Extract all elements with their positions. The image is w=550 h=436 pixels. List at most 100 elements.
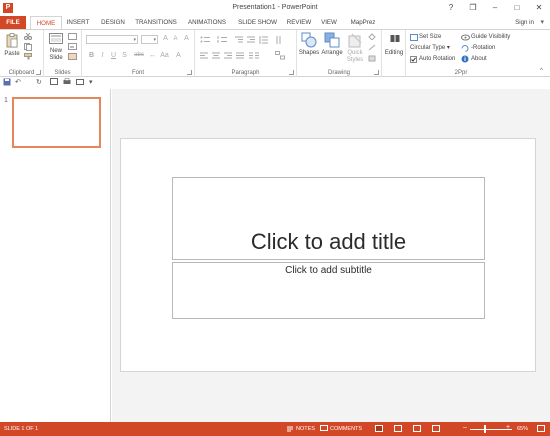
set-size-button[interactable]: Set Size: [419, 34, 441, 41]
smartart-icon[interactable]: [275, 51, 285, 62]
line-spacing-icon[interactable]: [259, 36, 269, 46]
tab-view[interactable]: VIEW: [318, 16, 340, 29]
underline-button[interactable]: U: [109, 52, 118, 59]
set-size-icon[interactable]: [410, 34, 418, 43]
font-size-dropdown[interactable]: ▾: [141, 35, 158, 44]
tab-insert[interactable]: INSERT: [63, 16, 93, 29]
about-button[interactable]: About: [471, 56, 487, 63]
tab-home[interactable]: HOME: [30, 16, 62, 30]
align-left-icon[interactable]: [200, 52, 209, 62]
zoom-out-button[interactable]: –: [463, 424, 467, 431]
sign-in-link[interactable]: Sign in: [515, 19, 534, 26]
decrease-font-icon[interactable]: A: [171, 36, 180, 42]
cut-icon[interactable]: [24, 32, 32, 42]
new-slide-button[interactable]: New Slide: [45, 48, 67, 62]
justify-icon[interactable]: [236, 52, 245, 62]
title-placeholder[interactable]: Click to add title: [172, 177, 485, 260]
auto-rotation-checkbox[interactable]: [410, 56, 417, 65]
close-icon[interactable]: ✕: [534, 3, 544, 12]
tab-transitions[interactable]: TRANSITIONS: [132, 16, 180, 29]
shape-outline-icon[interactable]: [368, 44, 377, 53]
tab-review[interactable]: REVIEW: [284, 16, 314, 29]
character-spacing-icon[interactable]: ↔: [148, 52, 157, 59]
print-icon[interactable]: [63, 78, 71, 88]
start-from-beginning-icon[interactable]: [50, 78, 58, 88]
binoculars-icon[interactable]: [390, 33, 400, 45]
strikethrough-button[interactable]: abc: [132, 52, 146, 58]
slide-thumbnail[interactable]: [12, 97, 101, 148]
align-center-icon[interactable]: [212, 52, 221, 62]
zoom-in-button[interactable]: +: [506, 424, 510, 431]
quick-styles-button[interactable]: Quick Styles: [343, 50, 367, 64]
reset-icon[interactable]: [68, 43, 77, 52]
help-icon[interactable]: ?: [446, 3, 456, 12]
change-case-icon[interactable]: Aa: [160, 52, 169, 59]
zoom-slider-thumb[interactable]: [484, 425, 486, 433]
customize-toolbar-icon[interactable]: ▾: [89, 78, 93, 86]
fit-to-window-icon[interactable]: [537, 425, 545, 432]
increase-indent-icon[interactable]: [247, 36, 256, 46]
reading-view-icon[interactable]: [413, 425, 421, 432]
paste-button[interactable]: Paste: [2, 51, 22, 58]
decrease-indent-icon[interactable]: [235, 36, 244, 46]
normal-view-icon[interactable]: [375, 425, 383, 432]
comments-icon[interactable]: [320, 425, 328, 432]
slide-sorter-icon[interactable]: [394, 425, 402, 432]
format-painter-icon[interactable]: [24, 53, 33, 62]
minimize-icon[interactable]: –: [490, 3, 500, 12]
tab-slide-show[interactable]: SLIDE SHOW: [235, 16, 280, 29]
guide-visibility-icon[interactable]: [461, 34, 470, 43]
bold-button[interactable]: B: [87, 52, 96, 59]
collapse-ribbon-icon[interactable]: ^: [540, 68, 543, 74]
clear-formatting-icon[interactable]: A: [182, 35, 191, 42]
columns-icon[interactable]: [249, 52, 259, 62]
email-icon[interactable]: [76, 78, 84, 88]
layout-icon[interactable]: [68, 33, 77, 42]
shapes-button[interactable]: Shapes: [297, 50, 321, 57]
undo-icon[interactable]: ↶: [15, 78, 21, 86]
rotation-button[interactable]: -Rotation: [471, 45, 495, 52]
clipboard-launcher-icon[interactable]: [36, 70, 41, 75]
quick-styles-icon[interactable]: [347, 32, 363, 50]
comments-button[interactable]: COMMENTS: [330, 426, 362, 432]
shape-effects-icon[interactable]: [368, 55, 377, 64]
font-launcher-icon[interactable]: [187, 70, 192, 75]
italic-button[interactable]: I: [98, 52, 107, 59]
slide-canvas[interactable]: Click to add title Click to add subtitle: [120, 138, 536, 372]
bullets-icon[interactable]: [200, 36, 214, 46]
save-icon[interactable]: [3, 78, 11, 88]
arrange-icon[interactable]: [324, 32, 340, 50]
tab-animations[interactable]: ANIMATIONS: [183, 16, 231, 29]
about-icon[interactable]: [461, 55, 469, 65]
align-right-icon[interactable]: [224, 52, 233, 62]
text-direction-icon[interactable]: [275, 35, 285, 47]
notes-button[interactable]: NOTES: [296, 426, 315, 432]
editing-button[interactable]: Editing: [383, 50, 405, 57]
paste-icon[interactable]: [6, 33, 18, 48]
numbering-icon[interactable]: [217, 36, 231, 46]
subtitle-placeholder[interactable]: Click to add subtitle: [172, 262, 485, 319]
tab-file[interactable]: FILE: [0, 16, 26, 29]
tab-mapprez[interactable]: MapPrez: [346, 16, 380, 29]
maximize-icon[interactable]: □: [512, 3, 522, 12]
increase-font-icon[interactable]: A: [161, 35, 170, 42]
circular-type-dropdown[interactable]: Circular Type ▾: [410, 45, 450, 52]
slide-show-icon[interactable]: [432, 425, 440, 432]
font-family-dropdown[interactable]: ▾: [86, 35, 138, 44]
account-chevron-icon[interactable]: ▾: [540, 18, 544, 26]
copy-icon[interactable]: [24, 43, 32, 53]
guide-visibility-button[interactable]: Guide Visibility: [471, 34, 510, 41]
paragraph-launcher-icon[interactable]: [289, 70, 294, 75]
redo-icon[interactable]: ↻: [36, 78, 42, 86]
tab-design[interactable]: DESIGN: [97, 16, 129, 29]
arrange-button[interactable]: Arrange: [319, 50, 345, 57]
new-slide-icon[interactable]: [49, 33, 63, 46]
shape-fill-icon[interactable]: [368, 33, 377, 42]
notes-icon[interactable]: [286, 425, 294, 432]
font-color-icon[interactable]: A: [174, 52, 183, 59]
ribbon-display-icon[interactable]: ❐: [468, 3, 478, 12]
zoom-level[interactable]: 65%: [517, 426, 528, 432]
shadow-button[interactable]: S: [120, 52, 129, 59]
rotation-icon[interactable]: [461, 45, 470, 54]
shapes-icon[interactable]: [301, 32, 317, 50]
